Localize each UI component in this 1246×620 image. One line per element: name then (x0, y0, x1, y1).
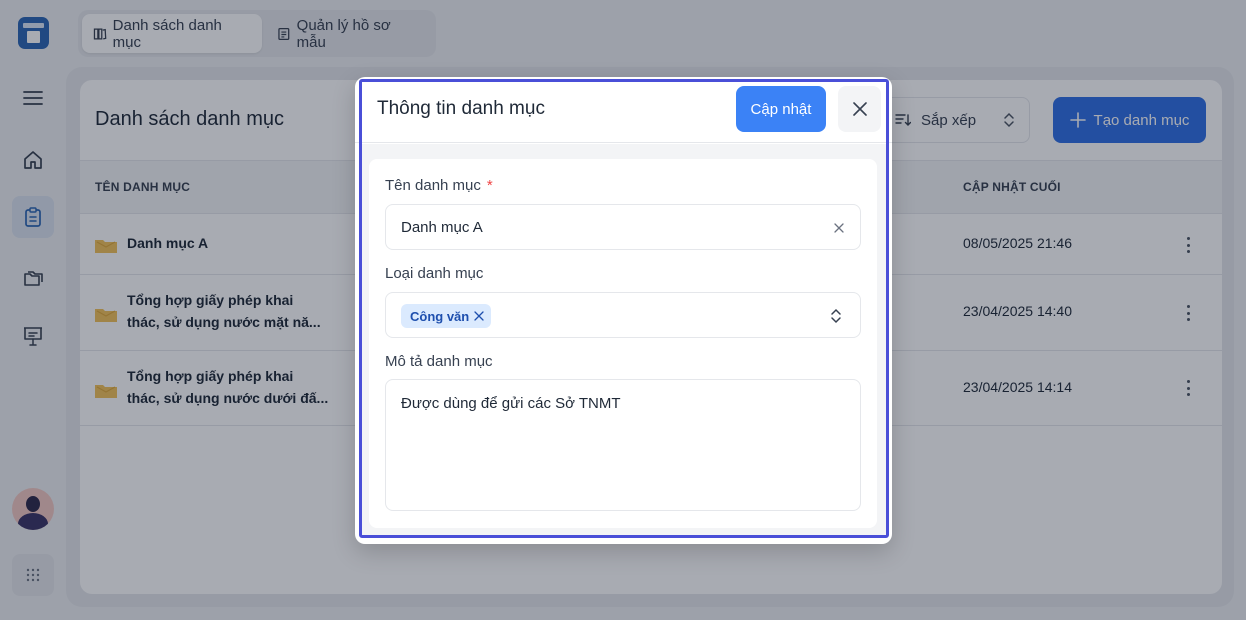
category-info-dialog: Thông tin danh mục Cập nhật Tên danh mục… (355, 77, 892, 544)
close-icon (852, 102, 867, 116)
update-button[interactable]: Cập nhật (736, 86, 826, 132)
form-card: Tên danh mục * Danh mục A Loại danh mục C… (369, 159, 877, 528)
category-name-input[interactable]: Danh mục A (385, 204, 861, 250)
clear-icon[interactable] (834, 223, 844, 233)
name-label: Tên danh mục * (385, 177, 493, 194)
type-tag: Công văn (401, 304, 492, 328)
type-tag-label: Công văn (410, 308, 470, 324)
description-label: Mô tả danh mục (385, 353, 493, 370)
remove-tag-icon[interactable] (474, 311, 484, 321)
chevron-updown-icon (831, 308, 841, 324)
description-value: Được dùng để gửi các Sở TNMT (401, 395, 621, 412)
dialog-body: Tên danh mục * Danh mục A Loại danh mục C… (360, 144, 887, 536)
dialog-title: Thông tin danh mục (377, 98, 545, 119)
close-dialog-button[interactable] (838, 86, 881, 132)
required-mark: * (486, 177, 493, 194)
category-type-select[interactable]: Công văn (385, 292, 861, 338)
dialog-header: Thông tin danh mục Cập nhật (355, 77, 892, 143)
type-label: Loại danh mục (385, 265, 484, 282)
name-value: Danh mục A (401, 219, 483, 236)
description-textarea[interactable]: Được dùng để gửi các Sở TNMT (385, 379, 861, 511)
